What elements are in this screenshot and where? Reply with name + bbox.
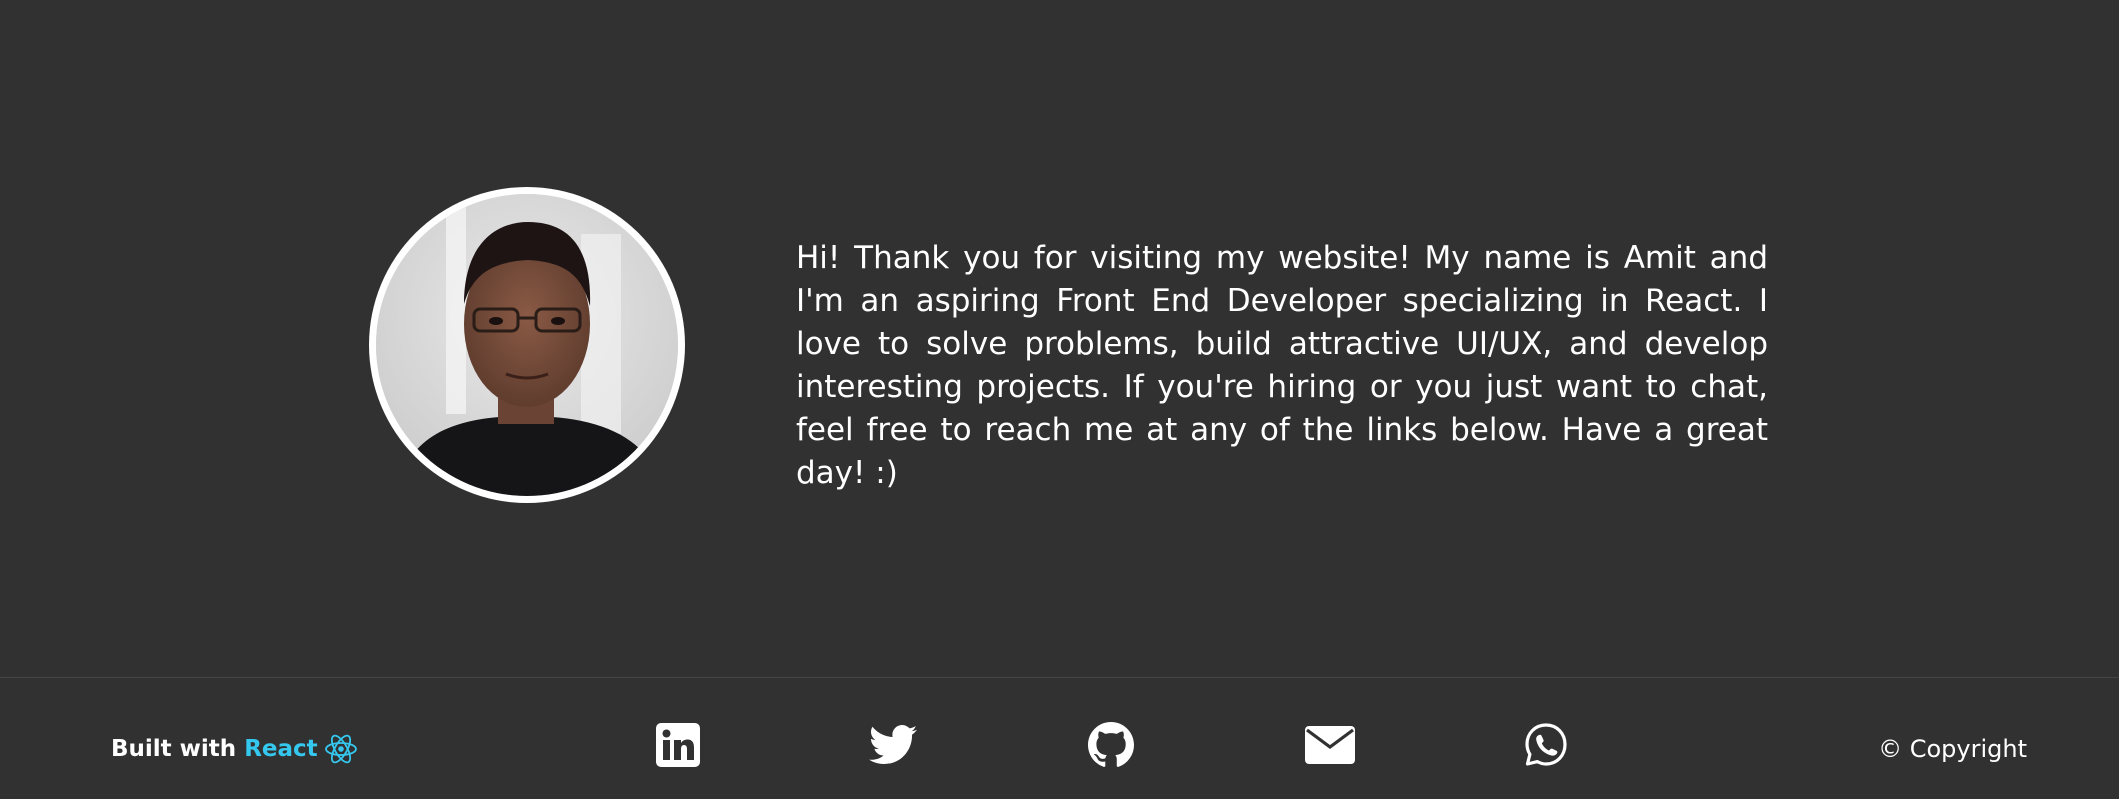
whatsapp-icon[interactable] — [1523, 722, 1569, 772]
linkedin-link[interactable] — [654, 723, 702, 771]
avatar-frame — [369, 187, 685, 503]
bio-text: Hi! Thank you for visiting my website! M… — [796, 240, 1768, 491]
react-icon — [324, 733, 358, 765]
built-with-label: Built with — [111, 736, 237, 762]
hero-section: Hi! Thank you for visiting my website! M… — [0, 0, 2119, 677]
twitter-link[interactable] — [869, 723, 917, 771]
whatsapp-link[interactable] — [1522, 723, 1570, 771]
github-icon[interactable] — [1088, 722, 1134, 772]
github-link[interactable] — [1087, 722, 1135, 772]
react-label: React — [244, 736, 318, 762]
page: Hi! Thank you for visiting my website! M… — [0, 0, 2119, 799]
email-link[interactable] — [1305, 723, 1355, 771]
built-with-react: Built with React — [111, 733, 358, 765]
copyright-text: © Copyright — [1878, 735, 2027, 763]
twitter-icon[interactable] — [869, 725, 917, 769]
profile-photo — [376, 194, 678, 496]
avatar — [376, 194, 678, 496]
linkedin-icon[interactable] — [656, 723, 700, 771]
email-icon[interactable] — [1305, 726, 1355, 768]
